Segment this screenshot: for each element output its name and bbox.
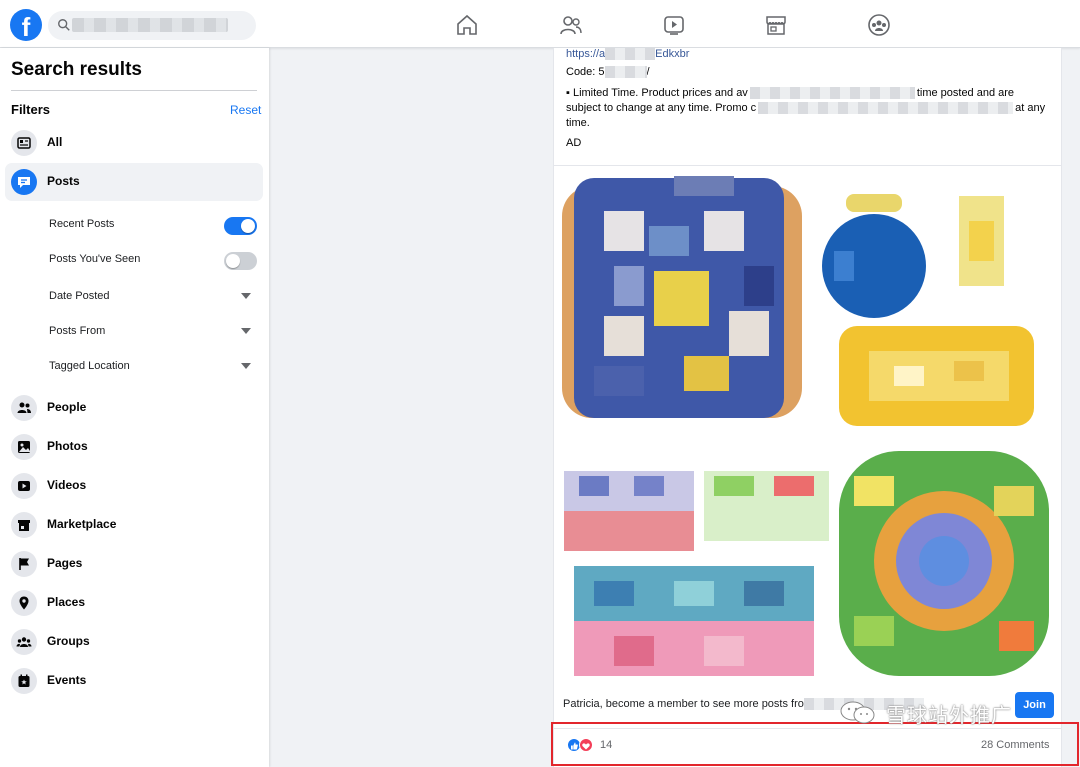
chevron-down-icon[interactable] — [241, 363, 251, 369]
marketplace-icon[interactable] — [764, 13, 788, 37]
location-pin-icon — [19, 596, 29, 610]
sidebar-item-events[interactable]: Events — [5, 662, 263, 700]
posts-youve-seen-label: Posts You've Seen — [49, 253, 141, 265]
facebook-logo[interactable]: f — [10, 9, 42, 41]
sidebar-item-groups[interactable]: Groups — [5, 623, 263, 661]
post-text: subject to change at any time. Promo c — [566, 102, 757, 114]
date-posted-dropdown[interactable]: Date Posted — [49, 290, 110, 302]
link-text-end: Edkxbr — [655, 48, 690, 60]
toggle-knob — [241, 219, 255, 233]
sidebar-item-photos[interactable]: Photos — [5, 428, 263, 466]
sidebar-item-label: Photos — [47, 439, 88, 453]
reset-link[interactable]: Reset — [230, 103, 261, 117]
page-title: Search results — [11, 59, 142, 80]
link-text-start: https://a — [566, 48, 606, 60]
people-icon-wrap — [11, 395, 37, 421]
post-body-line: subject to change at any time. Promo c at… — [566, 101, 1054, 116]
sidebar-item-pages[interactable]: Pages — [5, 545, 263, 583]
watermark-text: 雪球站外推广 — [886, 703, 1012, 727]
recent-posts-label: Recent Posts — [49, 218, 115, 230]
top-navigation-bar: f — [0, 0, 1080, 48]
marketplace-icon — [18, 520, 30, 531]
watch-icon[interactable] — [662, 13, 686, 37]
sidebar-item-label: Videos — [47, 478, 87, 492]
search-filters-sidebar: Search results Filters Reset All Posts R… — [0, 48, 269, 767]
post-body-line: time. — [566, 117, 590, 129]
promo-code: Code: 5 / — [566, 66, 650, 79]
posts-from-dropdown[interactable]: Posts From — [49, 325, 105, 337]
sidebar-item-label: Marketplace — [47, 517, 117, 531]
toggle-knob — [226, 254, 240, 268]
post-card: https://a Edkxbr Code: 5 / ▪ Limited Time.… — [553, 48, 1062, 767]
wechat-icon — [840, 701, 875, 724]
friends-icon[interactable] — [559, 13, 583, 37]
pages-icon-wrap — [11, 551, 37, 577]
redacted-text — [604, 66, 647, 79]
sidebar-item-label: Pages — [47, 556, 83, 570]
groups-icon-wrap — [11, 629, 37, 655]
home-icon[interactable] — [455, 13, 479, 37]
calendar-star-icon — [18, 674, 30, 687]
recent-posts-toggle[interactable] — [224, 217, 257, 235]
post-text: time posted and are — [916, 87, 1015, 99]
pixelated-product-photo — [562, 176, 1049, 676]
post-body-text: ▪ Limited Time. Product prices and av tim… — [566, 86, 1054, 131]
flag-icon — [19, 558, 29, 570]
highlight-annotation-box — [551, 722, 1079, 766]
chevron-down-icon[interactable] — [241, 293, 251, 299]
posts-youve-seen-toggle[interactable] — [224, 252, 257, 270]
marketplace-icon-wrap — [11, 512, 37, 538]
sidebar-item-label: Groups — [47, 634, 90, 648]
sidebar-item-label: Places — [47, 595, 86, 609]
sidebar-item-people[interactable]: People — [5, 389, 263, 427]
people-icon — [17, 402, 31, 413]
post-text: at any — [1015, 102, 1046, 114]
posts-icon-wrap — [11, 169, 37, 195]
posts-icon — [18, 177, 30, 188]
videos-icon — [18, 481, 30, 491]
search-input[interactable] — [48, 11, 256, 40]
sidebar-item-videos[interactable]: Videos — [5, 467, 263, 505]
sidebar-item-places[interactable]: Places — [5, 584, 263, 622]
code-text-start: Code: 5 — [566, 66, 605, 78]
sidebar-item-label: Events — [47, 673, 87, 687]
search-icon — [58, 19, 70, 31]
groups-icon — [16, 637, 32, 647]
watermark: 雪球站外推广 — [834, 697, 1024, 727]
redacted-text — [605, 48, 656, 61]
post-link[interactable]: https://a Edkxbr — [566, 48, 690, 61]
chevron-down-icon[interactable] — [241, 328, 251, 334]
places-icon-wrap — [11, 590, 37, 616]
all-icon-wrap — [11, 130, 37, 156]
post-text: ▪ Limited Time. Product prices and av — [566, 87, 748, 99]
tagged-location-dropdown[interactable]: Tagged Location — [49, 360, 130, 372]
photos-icon — [18, 441, 30, 453]
sidebar-item-label: All — [47, 135, 63, 149]
sidebar-item-label: People — [47, 400, 87, 414]
divider — [11, 90, 257, 91]
sidebar-item-posts[interactable]: Posts — [5, 163, 263, 201]
logo-letter: f — [21, 12, 31, 41]
member-prompt: Patricia, become a member to see more po… — [563, 698, 804, 710]
code-text-end: / — [646, 66, 650, 78]
events-icon-wrap — [11, 668, 37, 694]
ad-label: AD — [566, 137, 582, 149]
sidebar-item-marketplace[interactable]: Marketplace — [5, 506, 263, 544]
redacted-search-text — [72, 18, 228, 32]
redacted-text — [758, 102, 1014, 115]
sidebar-item-all[interactable]: All — [5, 124, 263, 162]
post-image[interactable] — [554, 166, 1061, 682]
sidebar-item-label: Posts — [47, 174, 80, 188]
all-icon — [17, 137, 31, 149]
videos-icon-wrap — [11, 473, 37, 499]
redacted-text — [749, 87, 915, 100]
filters-heading: Filters — [11, 102, 51, 117]
post-body-line: ▪ Limited Time. Product prices and av tim… — [566, 86, 1054, 101]
groups-icon[interactable] — [867, 13, 891, 37]
photos-icon-wrap — [11, 434, 37, 460]
